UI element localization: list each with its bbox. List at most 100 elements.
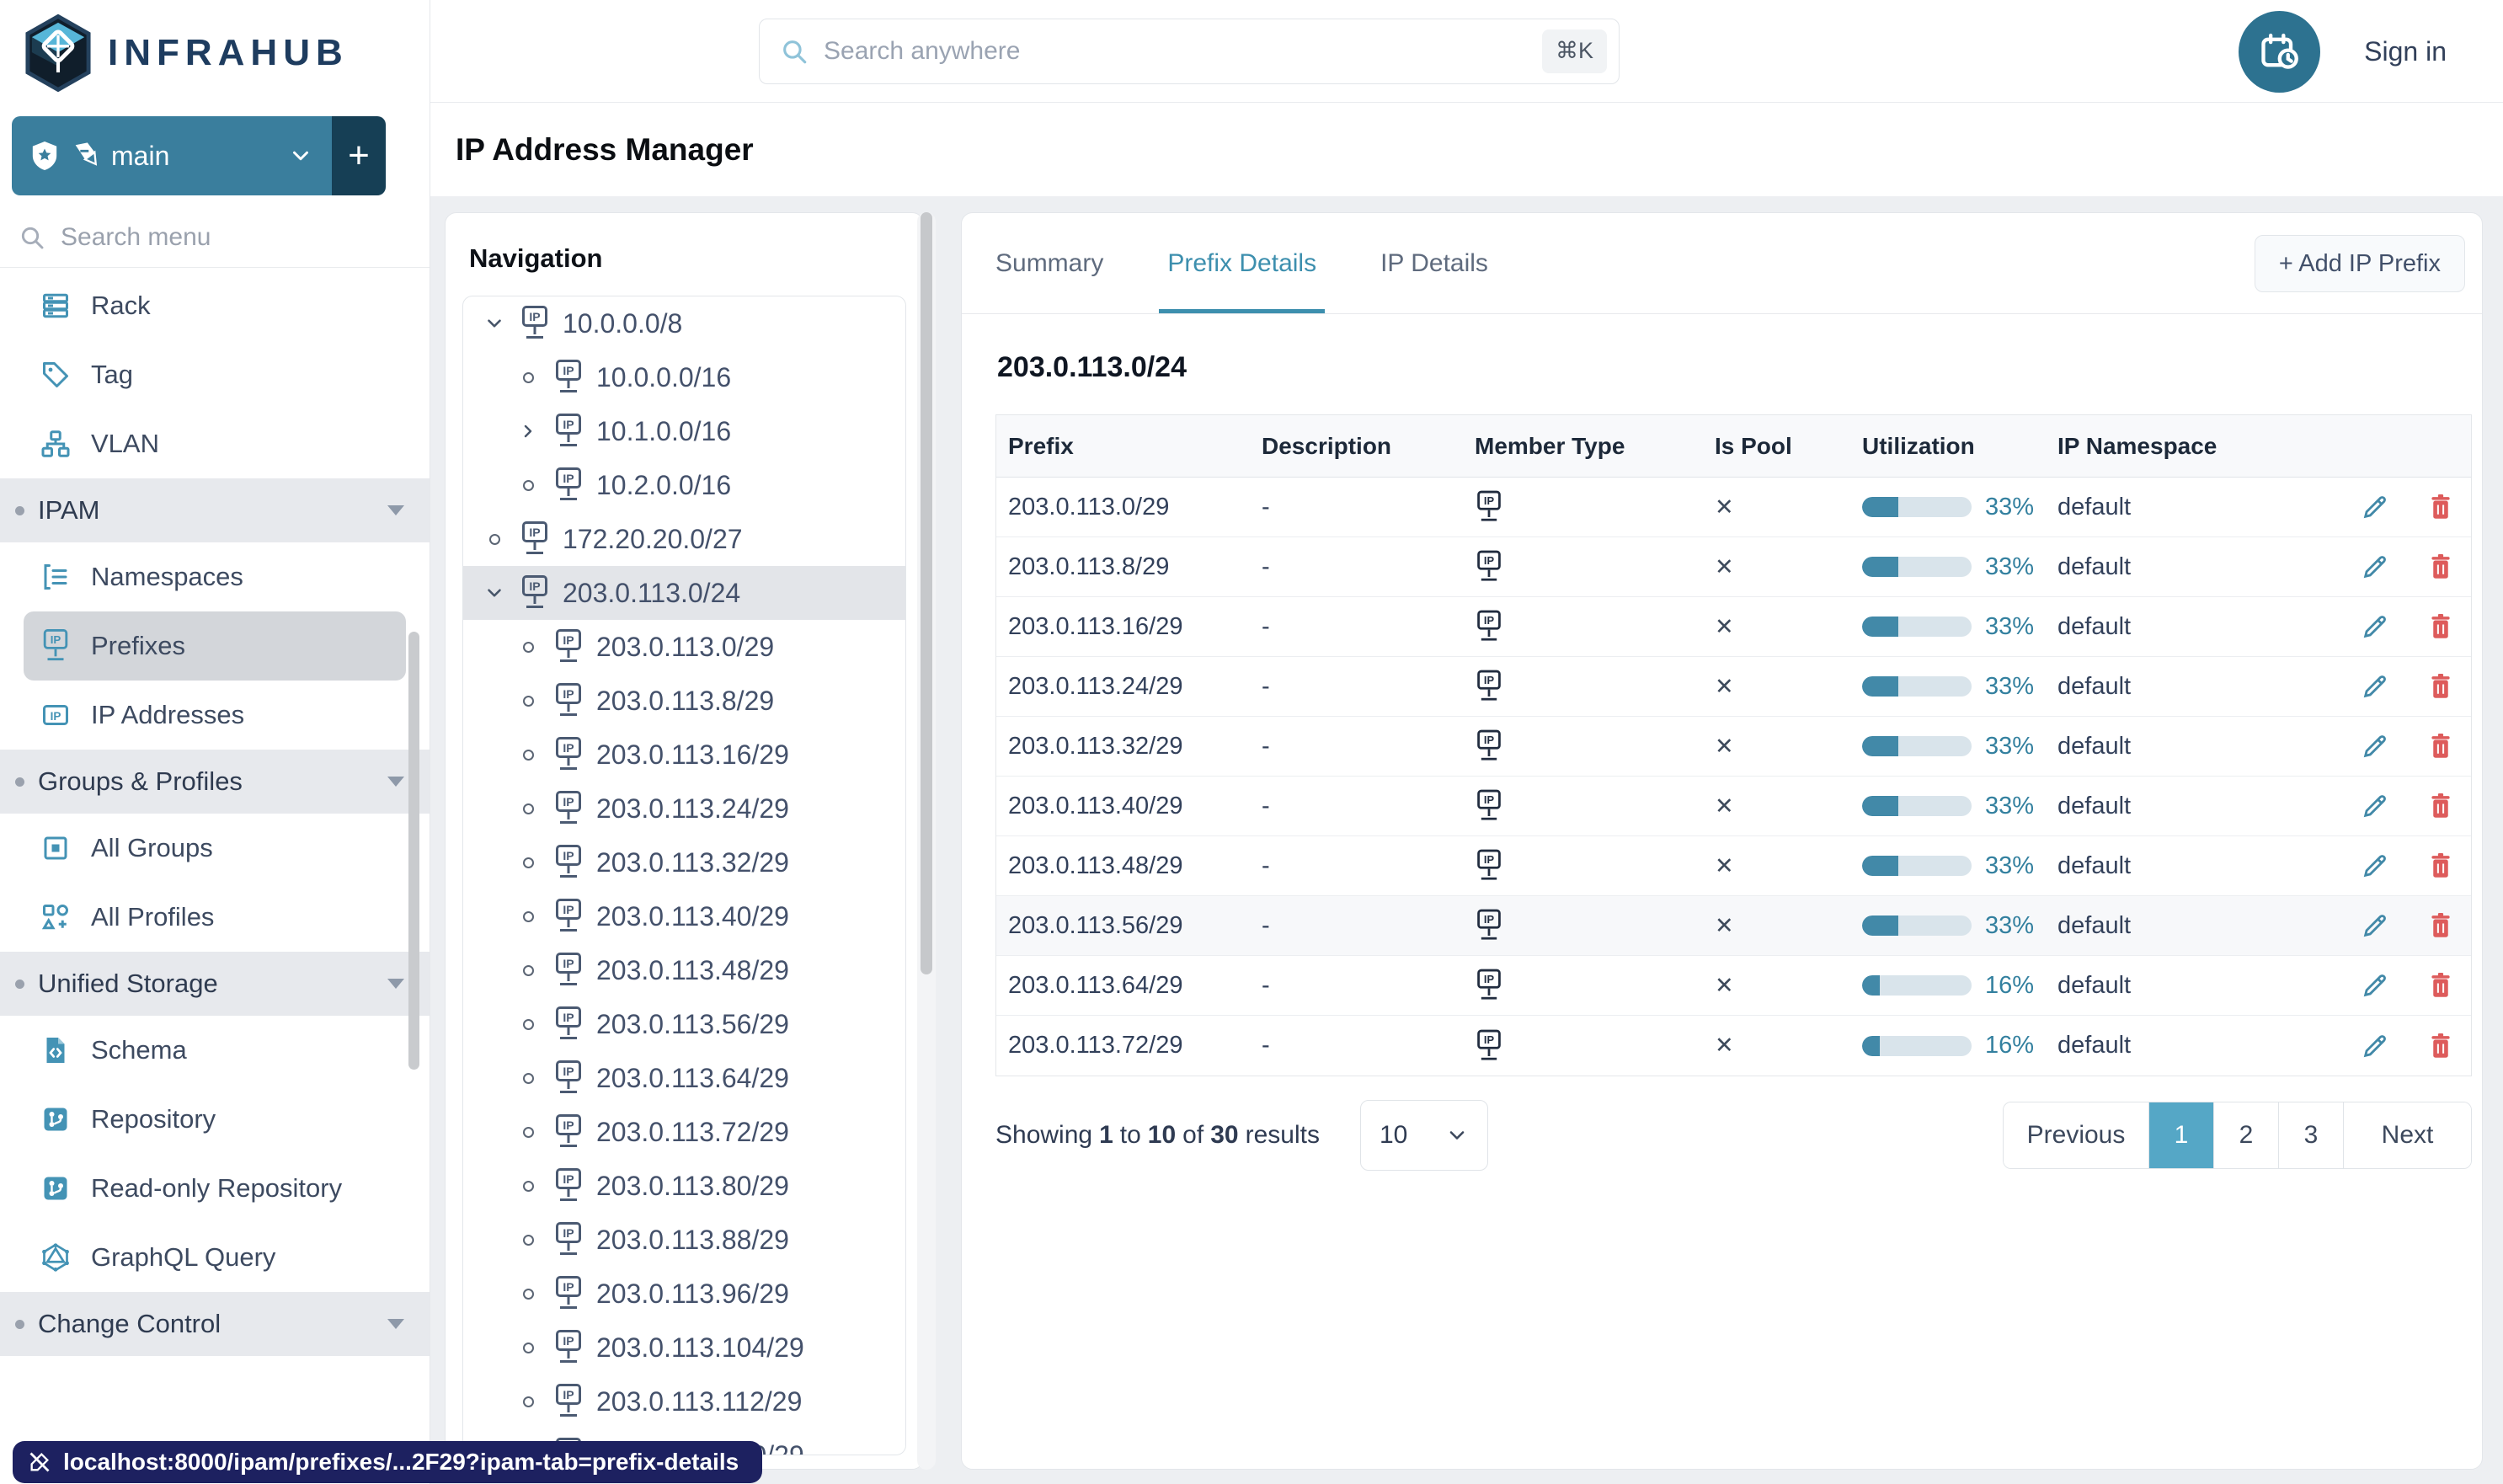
sidebar-section-unified-storage[interactable]: Unified Storage [0,952,430,1016]
delete-trash-icon[interactable] [2428,552,2453,581]
table-row[interactable]: 203.0.113.32/29 - IP ✕ 33% default [996,717,2471,777]
pagination-page-3[interactable]: 3 [2278,1102,2343,1168]
table-row[interactable]: 203.0.113.64/29 - IP ✕ 16% default [996,956,2471,1016]
tree-item[interactable]: IP 10.0.0.0/16 [463,350,905,404]
tree-item[interactable]: IP 203.0.113.88/29 [463,1213,905,1267]
tab-summary[interactable]: Summary [995,213,1103,313]
sidebar-item-ip-addresses[interactable]: IP IP Addresses [0,681,430,750]
edit-pencil-icon[interactable] [2361,851,2389,880]
prefix-cell[interactable]: 203.0.113.40/29 [996,793,1250,820]
tree-item[interactable]: IP 203.0.113.112/29 [463,1375,905,1428]
delete-trash-icon[interactable] [2428,493,2453,521]
edit-pencil-icon[interactable] [2361,612,2389,641]
tree-item[interactable]: IP 203.0.113.56/29 [463,997,905,1051]
sidebar-section-groups-profiles[interactable]: Groups & Profiles [0,750,430,814]
column-header-description[interactable]: Description [1250,433,1463,460]
prefix-cell[interactable]: 203.0.113.56/29 [996,912,1250,940]
column-header-prefix[interactable]: Prefix [996,433,1250,460]
prefix-cell[interactable]: 203.0.113.72/29 [996,1032,1250,1060]
sidebar-item-rack[interactable]: Rack [0,271,430,340]
tree-item[interactable]: IP 10.0.0.0/8 [463,296,905,350]
tree-item[interactable]: IP 203.0.113.64/29 [463,1051,905,1105]
sidebar-section-change-control[interactable]: Change Control [0,1292,430,1356]
delete-trash-icon[interactable] [2428,851,2453,880]
prefix-cell[interactable]: 203.0.113.32/29 [996,733,1250,761]
sign-in-button[interactable]: Sign in [2364,0,2447,103]
schedule-button[interactable] [2239,11,2320,93]
sidebar-item-vlan[interactable]: VLAN [0,409,430,478]
tree-item[interactable]: IP 203.0.113.104/29 [463,1321,905,1375]
sidebar-item-prefixes[interactable]: IP Prefixes [24,611,406,681]
edit-pencil-icon[interactable] [2361,911,2389,940]
delete-trash-icon[interactable] [2428,911,2453,940]
sidebar-search-input[interactable]: Search menu [0,207,430,268]
sidebar-section-ipam[interactable]: IPAM [0,478,430,542]
delete-trash-icon[interactable] [2428,672,2453,701]
pagination-page-1[interactable]: 1 [2148,1102,2213,1168]
global-search-input[interactable]: Search anywhere ⌘K [759,18,1620,84]
navigation-scrollbar[interactable] [917,212,936,1470]
sidebar-item-all-profiles[interactable]: All Profiles [0,883,430,952]
delete-trash-icon[interactable] [2428,612,2453,641]
tree-item[interactable]: IP 203.0.113.8/29 [463,674,905,728]
sidebar-item-repository[interactable]: Repository [0,1085,430,1154]
tree-item[interactable]: IP 10.2.0.0/16 [463,458,905,512]
edit-pencil-icon[interactable] [2361,1032,2389,1060]
tree-item[interactable]: IP 203.0.113.72/29 [463,1105,905,1159]
column-header-member-type[interactable]: Member Type [1463,433,1703,460]
scrollbar-thumb[interactable] [921,212,932,974]
chevron-right-icon[interactable] [515,421,541,441]
tab-prefix-details[interactable]: Prefix Details [1159,213,1325,313]
tree-item[interactable]: IP 203.0.113.96/29 [463,1267,905,1321]
tree-item[interactable]: IP 203.0.113.48/29 [463,943,905,997]
sidebar-item-readonly-repository[interactable]: Read-only Repository [0,1154,430,1223]
prefix-cell[interactable]: 203.0.113.64/29 [996,972,1250,1000]
edit-pencil-icon[interactable] [2361,552,2389,581]
table-row[interactable]: 203.0.113.0/29 - IP ✕ 33% default [996,478,2471,537]
edit-pencil-icon[interactable] [2361,493,2389,521]
chevron-down-icon[interactable] [482,582,507,604]
column-header-ip-namespace[interactable]: IP Namespace [2046,433,2339,460]
sidebar-item-all-groups[interactable]: All Groups [0,814,430,883]
table-row[interactable]: 203.0.113.24/29 - IP ✕ 33% default [996,657,2471,717]
tree-item[interactable]: IP 203.0.113.32/29 [463,835,905,889]
table-row[interactable]: 203.0.113.16/29 - IP ✕ 33% default [996,597,2471,657]
prefix-cell[interactable]: 203.0.113.8/29 [996,553,1250,581]
tree-item[interactable]: IP 203.0.113.0/29 [463,620,905,674]
prefix-cell[interactable]: 203.0.113.24/29 [996,673,1250,701]
pagination-previous-button[interactable]: Previous [2004,1102,2148,1168]
table-row[interactable]: 203.0.113.8/29 - IP ✕ 33% default [996,537,2471,597]
prefix-cell[interactable]: 203.0.113.48/29 [996,852,1250,880]
tab-ip-details[interactable]: IP Details [1380,213,1488,313]
sidebar-item-tag[interactable]: Tag [0,340,430,409]
tree-item[interactable]: IP 172.20.20.0/27 [463,512,905,566]
sidebar-item-graphql-query[interactable]: GraphQL Query [0,1223,430,1292]
delete-trash-icon[interactable] [2428,1032,2453,1060]
tree-item[interactable]: IP 203.0.113.80/29 [463,1159,905,1213]
delete-trash-icon[interactable] [2428,792,2453,820]
page-size-select[interactable]: 10 [1359,1100,1488,1171]
delete-trash-icon[interactable] [2428,732,2453,761]
edit-pencil-icon[interactable] [2361,792,2389,820]
tree-item-selected[interactable]: IP 203.0.113.0/24 [463,566,905,620]
pagination-page-2[interactable]: 2 [2213,1102,2278,1168]
pagination-next-button[interactable]: Next [2343,1102,2471,1168]
edit-pencil-icon[interactable] [2361,672,2389,701]
sidebar-item-namespaces[interactable]: Namespaces [0,542,430,611]
add-branch-button[interactable]: + [332,116,386,195]
prefix-cell[interactable]: 203.0.113.16/29 [996,613,1250,641]
tree-item[interactable]: IP 10.1.0.0/16 [463,404,905,458]
sidebar-scrollbar[interactable] [408,632,419,1070]
column-header-utilization[interactable]: Utilization [1850,433,2046,460]
column-header-is-pool[interactable]: Is Pool [1703,433,1850,460]
branch-select-button[interactable]: main [12,116,332,195]
tree-item[interactable]: IP 203.0.113.24/29 [463,782,905,835]
table-row[interactable]: 203.0.113.48/29 - IP ✕ 33% default [996,836,2471,896]
add-ip-prefix-button[interactable]: + Add IP Prefix [2254,235,2465,292]
sidebar-item-schema[interactable]: Schema [0,1016,430,1085]
table-row-hovered[interactable]: 203.0.113.56/29 - IP ✕ 33% default [996,896,2471,956]
tree-item[interactable]: IP 203.0.113.40/29 [463,889,905,943]
edit-pencil-icon[interactable] [2361,971,2389,1000]
edit-pencil-icon[interactable] [2361,732,2389,761]
prefix-cell[interactable]: 203.0.113.0/29 [996,494,1250,521]
